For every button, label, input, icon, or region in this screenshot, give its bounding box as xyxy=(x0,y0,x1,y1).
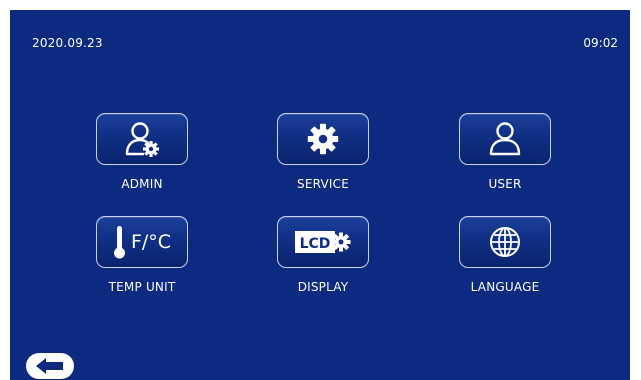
user-icon xyxy=(489,122,521,156)
lcd-icon-text: LCD xyxy=(300,236,331,252)
service-button[interactable] xyxy=(277,113,369,165)
thermometer-icon xyxy=(113,226,125,259)
back-button[interactable] xyxy=(26,353,74,379)
status-time: 09:02 xyxy=(583,36,618,50)
gear-icon xyxy=(307,123,339,155)
display-label: DISPLAY xyxy=(297,280,349,294)
admin-button[interactable] xyxy=(96,113,188,165)
admin-user-gear-icon xyxy=(125,122,159,157)
main-menu-screen: 2020.09.23 09:02 ADMIN SERVICE USER F/°C… xyxy=(10,10,630,380)
temp-unit-label: TEMP UNIT xyxy=(108,280,176,294)
admin-label: ADMIN xyxy=(121,177,163,191)
lcd-gear-icon: LCD xyxy=(295,231,351,253)
user-button[interactable] xyxy=(459,113,551,165)
language-button[interactable] xyxy=(459,216,551,268)
status-date: 2020.09.23 xyxy=(32,36,103,50)
temp-unit-icon-text: F/°C xyxy=(130,231,172,253)
display-button[interactable]: LCD xyxy=(277,216,369,268)
globe-icon xyxy=(490,227,520,257)
language-label: LANGUAGE xyxy=(470,280,540,294)
back-arrow-icon xyxy=(36,358,63,374)
user-label: USER xyxy=(488,177,522,191)
temp-unit-button[interactable]: F/°C xyxy=(96,216,188,268)
service-label: SERVICE xyxy=(297,177,349,191)
